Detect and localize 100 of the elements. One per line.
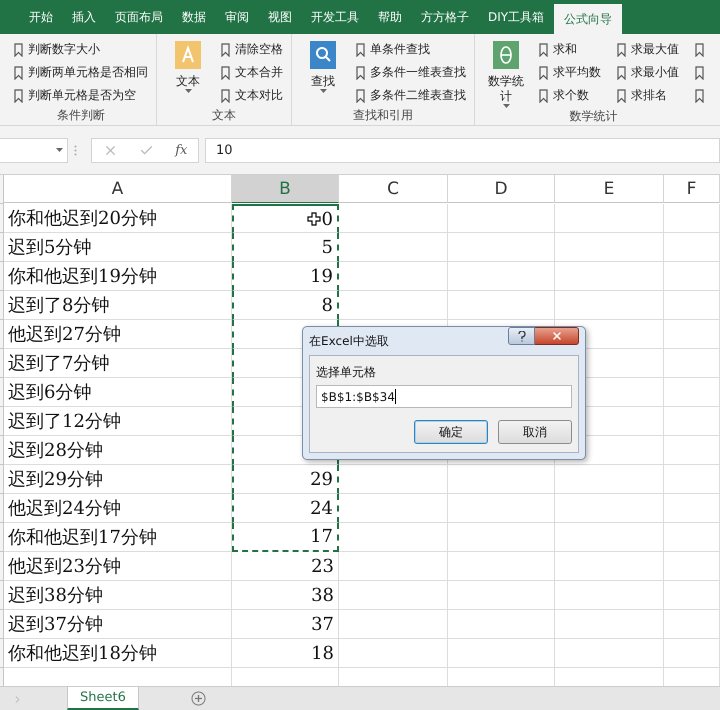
- ribbon-tab[interactable]: 数据: [173, 0, 215, 34]
- ribbon-tab[interactable]: 开发工具: [302, 0, 368, 34]
- table-cell: 迟到5分钟: [4, 233, 232, 262]
- ribbon-command[interactable]: 单条件查找: [356, 38, 466, 61]
- ribbon-tab[interactable]: 审阅: [216, 0, 258, 34]
- table-cell: 迟到29分钟: [4, 465, 232, 494]
- ribbon-tab[interactable]: 插入: [63, 0, 105, 34]
- table-cell: 0: [232, 204, 339, 233]
- group-label: 查找和引用: [352, 107, 414, 124]
- bookmark-icon: [356, 66, 365, 80]
- table-cell: 他迟到23分钟: [4, 552, 232, 581]
- table-cell: [664, 407, 720, 436]
- ribbon-command[interactable]: 多条件一维表查找: [356, 61, 466, 84]
- bookmark-icon: [539, 88, 548, 102]
- column-header[interactable]: F: [664, 175, 720, 203]
- table-cell: [664, 581, 720, 610]
- table-cell: [664, 320, 720, 349]
- bookmark-icon: [695, 88, 704, 102]
- bookmark-icon: [221, 42, 230, 56]
- table-cell: 18: [232, 639, 339, 668]
- ribbon-command[interactable]: 求最大值: [617, 38, 679, 61]
- ribbon-tab[interactable]: 方方格子: [412, 0, 478, 34]
- column-header[interactable]: C: [339, 175, 448, 203]
- table-cell: 23: [232, 552, 339, 581]
- table-cell: 8: [232, 291, 339, 320]
- column-header[interactable]: B: [232, 175, 339, 203]
- ribbon-command[interactable]: 求和: [539, 38, 601, 61]
- bookmark-icon: [356, 42, 365, 56]
- column-header[interactable]: A: [4, 175, 232, 203]
- bookmark-icon: [14, 88, 23, 102]
- table-cell: 迟到了12分钟: [4, 407, 232, 436]
- letter-card-icon: [174, 40, 202, 70]
- table-cell: [664, 349, 720, 378]
- ribbon-tab[interactable]: 视图: [259, 0, 301, 34]
- group-label: 文本: [211, 107, 237, 124]
- table-cell: [664, 291, 720, 320]
- ribbon-command[interactable]: 判断数字大小: [14, 38, 148, 61]
- theta-card-icon: [492, 40, 520, 70]
- bookmark-icon: [356, 88, 365, 102]
- bookmark-icon: [221, 88, 230, 102]
- table-cell: 他迟到24分钟: [4, 494, 232, 523]
- table-cell: [664, 523, 720, 552]
- table-cell: 迟到38分钟: [4, 581, 232, 610]
- table-cell: [664, 262, 720, 291]
- table-cell: 你和他迟到18分钟: [4, 639, 232, 668]
- ribbon-command[interactable]: 求平均数: [539, 61, 601, 84]
- close-icon: [550, 330, 562, 342]
- ribbon-command[interactable]: 文本合并: [221, 61, 283, 84]
- dialog-button[interactable]: 确定: [414, 420, 488, 444]
- table-cell: [664, 494, 720, 523]
- ribbon-tab[interactable]: 页面布局: [106, 0, 172, 34]
- ribbon-command[interactable]: 文本对比: [221, 84, 283, 107]
- ribbon-big-button[interactable]: 数学统计: [483, 38, 529, 108]
- insert-function-button[interactable]: fx: [175, 142, 188, 158]
- bookmark-icon: [14, 42, 23, 56]
- add-sheet-icon[interactable]: [190, 691, 206, 706]
- dialog-title: 在Excel中选取: [309, 332, 389, 350]
- table-cell: 你和他迟到20分钟: [4, 204, 232, 233]
- table-cell: 迟到了8分钟: [4, 291, 232, 320]
- group-label: 条件判断: [56, 107, 106, 124]
- help-button[interactable]: [508, 327, 535, 345]
- table-cell: 29: [232, 465, 339, 494]
- bookmark-icon: [617, 66, 626, 80]
- dropdown-arrow-icon: [56, 148, 63, 152]
- ribbon-big-button[interactable]: 文本: [165, 38, 211, 107]
- dialog-button[interactable]: 取消: [498, 420, 572, 444]
- ribbon-command[interactable]: 求个数: [539, 84, 601, 107]
- ribbon-big-button[interactable]: 查找: [300, 38, 346, 107]
- ribbon-command[interactable]: 判断两单元格是否相同: [14, 61, 148, 84]
- ribbon-command[interactable]: 清除空格: [221, 38, 283, 61]
- range-input[interactable]: $B$1:$B$34: [316, 385, 572, 408]
- table-cell: 17: [232, 523, 339, 552]
- table-cell: [664, 378, 720, 407]
- ribbon-command[interactable]: 求最小值: [617, 61, 679, 84]
- table-cell: [664, 465, 720, 494]
- table-cell: [664, 204, 720, 233]
- cursor-icon: [306, 212, 321, 226]
- sheet-tab[interactable]: Sheet6: [67, 687, 139, 710]
- table-cell: [664, 639, 720, 668]
- ribbon-command[interactable]: 判断单元格是否为空: [14, 84, 148, 107]
- ribbon-tab[interactable]: 开始: [20, 0, 62, 34]
- column-header[interactable]: E: [555, 175, 664, 203]
- ribbon-tab[interactable]: 公式向导: [554, 4, 622, 34]
- table-cell: 5: [232, 233, 339, 262]
- grip-icon: [74, 144, 77, 156]
- ribbon-tab[interactable]: DIY工具箱: [479, 0, 554, 34]
- table-cell: [664, 436, 720, 465]
- ribbon-tab[interactable]: 帮助: [369, 0, 411, 34]
- table-cell: 你和他迟到17分钟: [4, 523, 232, 552]
- table-cell: 迟到6分钟: [4, 378, 232, 407]
- formula-input[interactable]: 10: [205, 138, 720, 162]
- ribbon-command[interactable]: 求排名: [617, 84, 679, 107]
- bookmark-icon: [539, 66, 548, 80]
- column-header[interactable]: D: [448, 175, 555, 203]
- close-button[interactable]: [535, 327, 579, 345]
- table-cell: [664, 552, 720, 581]
- table-cell: [664, 610, 720, 639]
- table-cell: 你和他迟到19分钟: [4, 262, 232, 291]
- ribbon-command[interactable]: 多条件二维表查找: [356, 84, 466, 107]
- bookmark-icon: [539, 42, 548, 56]
